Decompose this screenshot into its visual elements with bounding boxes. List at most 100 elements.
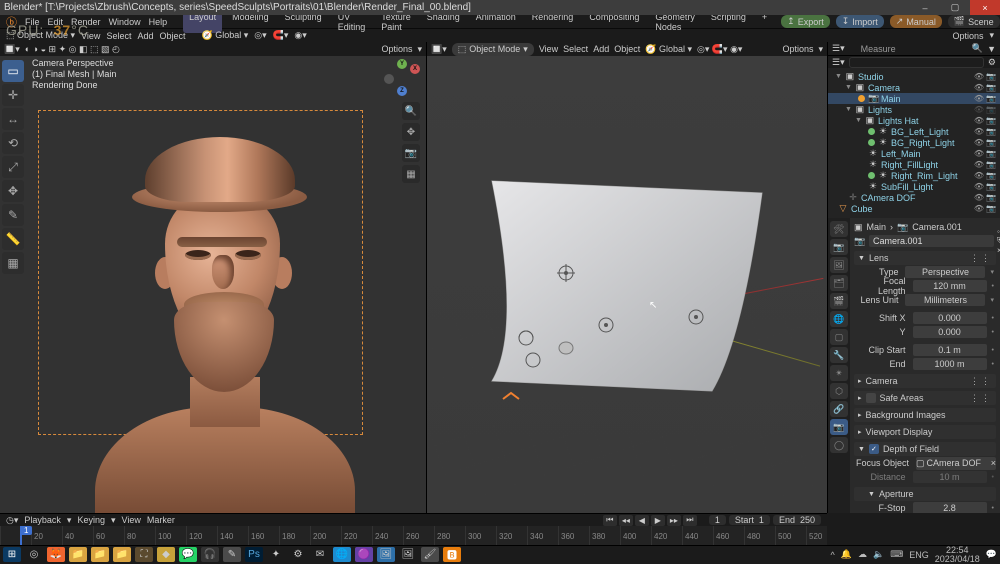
outliner-filter[interactable]: ▼ bbox=[987, 44, 996, 54]
outliner-row[interactable]: 📷Main👁📷 bbox=[828, 93, 1000, 104]
manual-button[interactable]: ↗ Manual bbox=[890, 15, 942, 28]
proptab-physics[interactable]: ⬡ bbox=[830, 383, 848, 399]
jump-end-button[interactable]: ⏭ bbox=[683, 515, 697, 526]
jump-start-button[interactable]: ⏮ bbox=[603, 515, 617, 526]
proptab-scene[interactable]: 🎬 bbox=[830, 293, 848, 309]
light-icon[interactable] bbox=[687, 308, 705, 326]
outliner-row[interactable]: ✛CAmera DOF👁📷 bbox=[828, 192, 1000, 203]
proptab-material[interactable]: ◯ bbox=[830, 437, 848, 453]
proptab-modifier[interactable]: 🔧 bbox=[830, 347, 848, 363]
overlay-toggles[interactable]: ◐ ◑ ◒ ⊞ ✦ ◎ ◧ ⬚ ▧ ◴ bbox=[25, 44, 120, 55]
clip-end-field[interactable]: 1000 m bbox=[913, 358, 987, 370]
light-icon[interactable] bbox=[597, 316, 615, 334]
export-button[interactable]: ↥ Export bbox=[781, 15, 830, 28]
outliner-tree[interactable]: ▼▣Studio👁📷▼▣Camera👁📷 📷Main👁📷▼▣Lights👁📷▼▣… bbox=[828, 68, 1000, 218]
task-icon[interactable]: 🟣 bbox=[355, 547, 373, 562]
r-menu-add[interactable]: Add bbox=[593, 44, 609, 54]
editor-type-icon[interactable]: 🔲▾ bbox=[4, 44, 20, 55]
orientation-select[interactable]: 🧭 Global ▾ bbox=[201, 30, 248, 41]
tray-action-center-icon[interactable]: 💬 bbox=[986, 549, 997, 560]
proptab-data-camera[interactable]: 📷 bbox=[830, 419, 848, 435]
tray-lang[interactable]: ENG bbox=[909, 550, 929, 560]
end-frame-field[interactable]: End 250 bbox=[773, 515, 821, 525]
task-explorer-icon[interactable]: 📁 bbox=[91, 547, 109, 562]
r-menu-view[interactable]: View bbox=[539, 44, 558, 54]
pan-icon[interactable]: ✥ bbox=[402, 123, 420, 141]
timeline[interactable]: ◷▾ Playback▾ Keying▾ View Marker ⏮ ◂◂ ◀ … bbox=[0, 513, 827, 545]
section-camera[interactable]: ▸Camera⋮⋮ bbox=[854, 374, 996, 388]
task-icon[interactable]: ◎ bbox=[25, 547, 43, 562]
close-button[interactable]: × bbox=[970, 0, 1000, 15]
outliner-row[interactable]: ▼▣Camera👁📷 bbox=[828, 82, 1000, 93]
outliner-row[interactable]: ☀BG_Right_Light👁📷 bbox=[828, 137, 1000, 148]
menu-help[interactable]: Help bbox=[149, 17, 168, 27]
maximize-button[interactable]: ▢ bbox=[940, 0, 970, 15]
task-icon[interactable]: 🎧 bbox=[201, 547, 219, 562]
tray-notif-icon[interactable]: 🔔 bbox=[841, 549, 852, 560]
menu-add2[interactable]: Add bbox=[137, 31, 153, 41]
task-settings-icon[interactable]: ⚙ bbox=[289, 547, 307, 562]
section-bg-images[interactable]: ▸Background Images bbox=[854, 408, 996, 422]
outliner-row[interactable]: ▼▣Lights Hat👁📷 bbox=[828, 115, 1000, 126]
lens-unit-select[interactable]: Millimeters bbox=[905, 294, 985, 306]
menu-select2[interactable]: Select bbox=[106, 31, 131, 41]
zoom-icon[interactable]: 🔍 bbox=[402, 102, 420, 120]
tool-addcube[interactable]: ▦ bbox=[2, 252, 24, 274]
section-aperture[interactable]: ▼Aperture bbox=[854, 487, 996, 501]
tray-cloud-icon[interactable]: ☁ bbox=[858, 549, 867, 560]
tool-rotate[interactable]: ⟲ bbox=[2, 132, 24, 154]
section-safe-areas[interactable]: ▸Safe Areas⋮⋮ bbox=[854, 391, 996, 405]
proptab-render[interactable]: 📷 bbox=[830, 239, 848, 255]
shift-y-field[interactable]: 0.000 bbox=[913, 326, 987, 338]
play-button[interactable]: ▶ bbox=[651, 515, 665, 526]
playhead[interactable]: 1 bbox=[20, 526, 22, 546]
lens-type-select[interactable]: Perspective bbox=[905, 266, 985, 278]
section-viewport-display[interactable]: ▸Viewport Display bbox=[854, 425, 996, 439]
outliner-search[interactable]: 🔍 bbox=[972, 43, 983, 54]
focus-object-field[interactable]: ▢CAmera DOF× bbox=[916, 457, 996, 470]
task-icon[interactable]: ✎ bbox=[223, 547, 241, 562]
task-icon[interactable]: 🖼 bbox=[399, 547, 417, 562]
task-icon[interactable]: ◆ bbox=[157, 547, 175, 562]
editor-type-icon-r[interactable]: 🔲▾ bbox=[431, 44, 447, 55]
task-firefox-icon[interactable]: 🦊 bbox=[47, 547, 65, 562]
tl-marker[interactable]: Marker bbox=[147, 515, 175, 525]
tl-keying[interactable]: Keying bbox=[77, 515, 105, 525]
start-frame-field[interactable]: Start 1 bbox=[729, 515, 770, 525]
menu-object2[interactable]: Object bbox=[159, 31, 185, 41]
r-orient[interactable]: 🧭 Global ▾ bbox=[645, 44, 692, 55]
mode-select-r[interactable]: ⬚ Object Mode ▾ bbox=[452, 43, 534, 56]
tool-scale[interactable]: ⤢ bbox=[2, 156, 24, 178]
start-button[interactable]: ⊞ bbox=[3, 547, 21, 562]
proptab-output[interactable]: 🖼 bbox=[830, 257, 848, 273]
task-icon[interactable]: ✉ bbox=[311, 547, 329, 562]
import-button[interactable]: ↧ Import bbox=[836, 15, 884, 28]
light-icon[interactable] bbox=[517, 329, 535, 347]
task-icon[interactable]: ⛶ bbox=[135, 547, 153, 562]
timeline-editor-icon[interactable]: ◷▾ bbox=[6, 515, 18, 526]
task-explorer-icon[interactable]: 📁 bbox=[113, 547, 131, 562]
filter-icon[interactable]: ⚙ bbox=[988, 57, 996, 68]
tl-view[interactable]: View bbox=[122, 515, 141, 525]
tool-annotate[interactable]: ✎ bbox=[2, 204, 24, 226]
camera-name-field[interactable] bbox=[869, 235, 994, 247]
outliner-row[interactable]: ☀Right_Rim_Light👁📷 bbox=[828, 170, 1000, 181]
proportional-toggle[interactable]: ◉▾ bbox=[294, 30, 306, 41]
task-blender-icon[interactable]: 🅱 bbox=[443, 547, 461, 562]
tool-measure[interactable]: 📏 bbox=[2, 228, 24, 250]
tool-transform[interactable]: ✥ bbox=[2, 180, 24, 202]
current-frame-field[interactable]: 1 bbox=[709, 515, 726, 525]
proptab-particles[interactable]: ✴ bbox=[830, 365, 848, 381]
outliner-row[interactable]: ▼▣Lights👁📷 bbox=[828, 104, 1000, 115]
menu-window[interactable]: Window bbox=[109, 17, 141, 27]
clip-start-field[interactable]: 0.1 m bbox=[913, 344, 987, 356]
outliner-row[interactable]: ☀Right_FillLight👁📷 bbox=[828, 159, 1000, 170]
task-whatsapp-icon[interactable]: 💬 bbox=[179, 547, 197, 562]
r-menu-select[interactable]: Select bbox=[563, 44, 588, 54]
section-lens[interactable]: ▼Lens⋮⋮ bbox=[854, 251, 996, 265]
section-dof[interactable]: ▼✓Depth of Field bbox=[854, 442, 996, 456]
proptab-world[interactable]: 🌐 bbox=[830, 311, 848, 327]
tool-move[interactable]: ↔ bbox=[2, 108, 24, 130]
task-explorer-icon[interactable]: 📁 bbox=[69, 547, 87, 562]
timeline-track[interactable]: 2040608010012014016018020022024026028030… bbox=[0, 526, 827, 546]
